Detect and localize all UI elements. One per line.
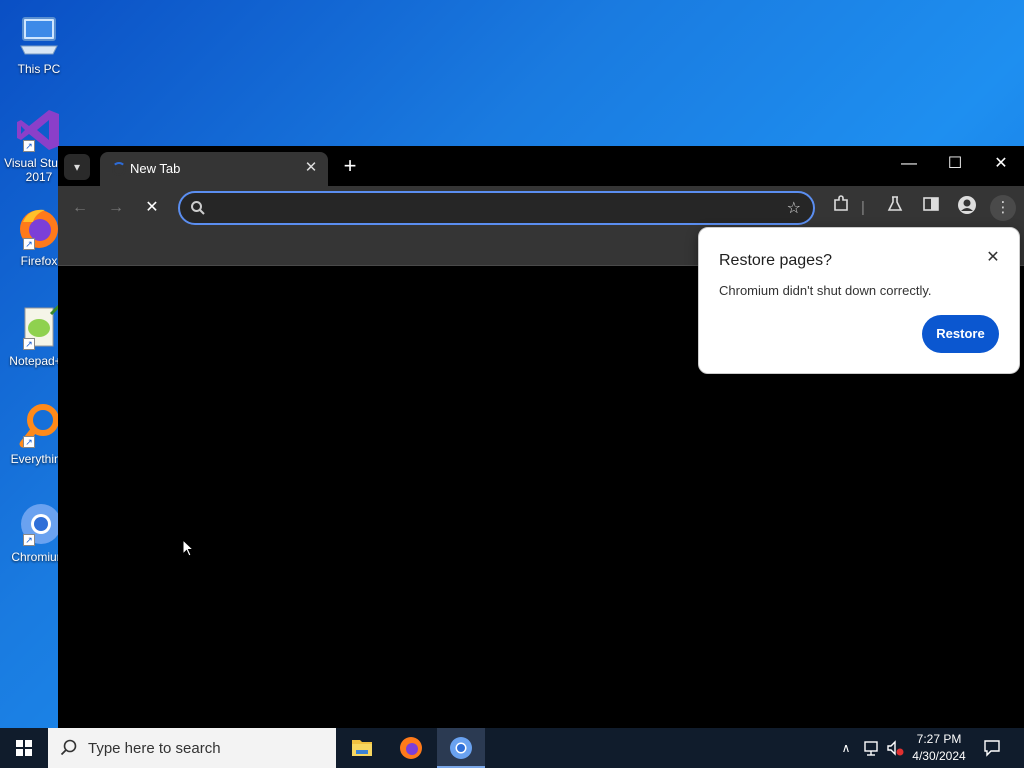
close-window-button[interactable]: ✕ — [978, 146, 1024, 182]
minimize-button[interactable]: — — [886, 146, 932, 182]
notepad-plus-plus-icon: ↗ — [15, 304, 63, 352]
clock-time: 7:27 PM — [916, 732, 962, 746]
network-icon — [864, 741, 878, 756]
extensions-button[interactable] — [828, 195, 854, 221]
tab-new-tab[interactable]: New Tab ✕ — [100, 152, 328, 186]
plus-icon: + — [343, 153, 357, 178]
back-button[interactable]: ← — [66, 194, 94, 222]
search-icon — [191, 201, 205, 215]
address-input[interactable] — [214, 198, 774, 218]
dialog-title: Restore pages? — [719, 252, 832, 269]
menu-button[interactable]: ⋮ — [990, 195, 1016, 221]
toolbar: ← → ✕ ☆ | ⋮ — [58, 186, 1024, 230]
shortcut-arrow-icon: ↗ — [23, 534, 35, 546]
avatar-icon — [958, 196, 976, 214]
chevron-down-icon: ▾ — [73, 160, 81, 174]
restore-pages-dialog: Restore pages? Chromium didn't shut down… — [698, 227, 1020, 374]
close-icon: ✕ — [304, 159, 318, 176]
start-button[interactable] — [0, 728, 48, 768]
taskbar-file-explorer[interactable] — [338, 728, 386, 768]
close-icon: ✕ — [994, 155, 1008, 172]
firefox-icon — [400, 737, 422, 759]
desktop-icon-label: Firefox — [20, 254, 58, 268]
new-tab-button[interactable]: + — [338, 155, 362, 179]
shortcut-arrow-icon: ↗ — [23, 436, 35, 448]
notifications-button[interactable] — [978, 728, 1006, 768]
minimize-icon: — — [901, 155, 917, 172]
tray-volume[interactable] — [884, 728, 906, 768]
loading-spinner-icon — [112, 162, 126, 176]
profile-button[interactable] — [954, 195, 980, 221]
search-icon — [60, 739, 77, 756]
labs-button[interactable] — [882, 195, 908, 221]
stop-loading-button[interactable]: ✕ — [138, 194, 166, 222]
taskbar-clock[interactable]: 7:27 PM 4/30/2024 — [906, 731, 972, 765]
search-placeholder: Type here to search — [88, 740, 221, 757]
shortcut-arrow-icon: ↗ — [23, 238, 35, 250]
tab-title: New Tab — [130, 161, 181, 176]
mouse-cursor-icon — [182, 539, 194, 557]
chevron-up-icon: ∧ — [841, 741, 851, 755]
notification-icon — [984, 740, 1000, 757]
title-bar: ▾ New Tab ✕ + — ☐ ✕ — [58, 146, 1024, 186]
restore-button[interactable]: Restore — [922, 315, 999, 353]
more-vertical-icon: ⋮ — [995, 199, 1011, 216]
taskbar: Type here to search ∧ 7:27 PM 4/30/2024 — [0, 728, 1024, 768]
windows-logo-icon — [16, 740, 32, 756]
maximize-icon: ☐ — [947, 155, 963, 172]
folder-icon — [352, 740, 372, 756]
maximize-button[interactable]: ☐ — [932, 146, 978, 182]
taskbar-firefox[interactable] — [387, 728, 435, 768]
dialog-message: Chromium didn't shut down correctly. — [719, 283, 932, 298]
arrow-right-icon: → — [108, 199, 124, 216]
everything-search-icon: ↗ — [15, 402, 63, 450]
chromium-icon — [450, 737, 472, 759]
puzzle-icon — [834, 195, 848, 211]
clock-date: 4/30/2024 — [912, 749, 966, 763]
address-bar[interactable]: ☆ — [178, 191, 815, 225]
arrow-left-icon: ← — [72, 199, 88, 216]
tab-close-button[interactable]: ✕ — [302, 159, 320, 177]
forward-button[interactable]: → — [102, 194, 130, 222]
taskbar-search-box[interactable]: Type here to search — [48, 728, 336, 768]
flask-icon — [887, 196, 903, 211]
chromium-icon: ↗ — [15, 500, 63, 548]
visual-studio-icon: ↗ — [15, 106, 63, 154]
side-panel-button[interactable] — [918, 195, 944, 221]
shortcut-arrow-icon: ↗ — [23, 140, 35, 152]
desktop-icon-this-pc[interactable]: This PC — [4, 12, 74, 76]
tray-overflow-button[interactable]: ∧ — [836, 728, 856, 768]
taskbar-chromium[interactable] — [437, 728, 485, 768]
tab-search-button[interactable]: ▾ — [64, 154, 90, 180]
volume-muted-icon — [887, 740, 904, 756]
toolbar-separator: | — [861, 199, 865, 216]
close-icon: ✕ — [145, 199, 159, 216]
tray-network[interactable] — [860, 728, 882, 768]
shortcut-arrow-icon: ↗ — [23, 338, 35, 350]
desktop-icon-label: This PC — [17, 62, 61, 76]
bookmark-star-icon[interactable]: ☆ — [787, 198, 801, 218]
firefox-icon: ↗ — [15, 204, 63, 252]
dialog-close-button[interactable]: ✕ — [983, 248, 1003, 268]
computer-icon — [15, 12, 63, 60]
side-panel-icon — [923, 197, 939, 211]
close-icon: ✕ — [986, 249, 1000, 266]
